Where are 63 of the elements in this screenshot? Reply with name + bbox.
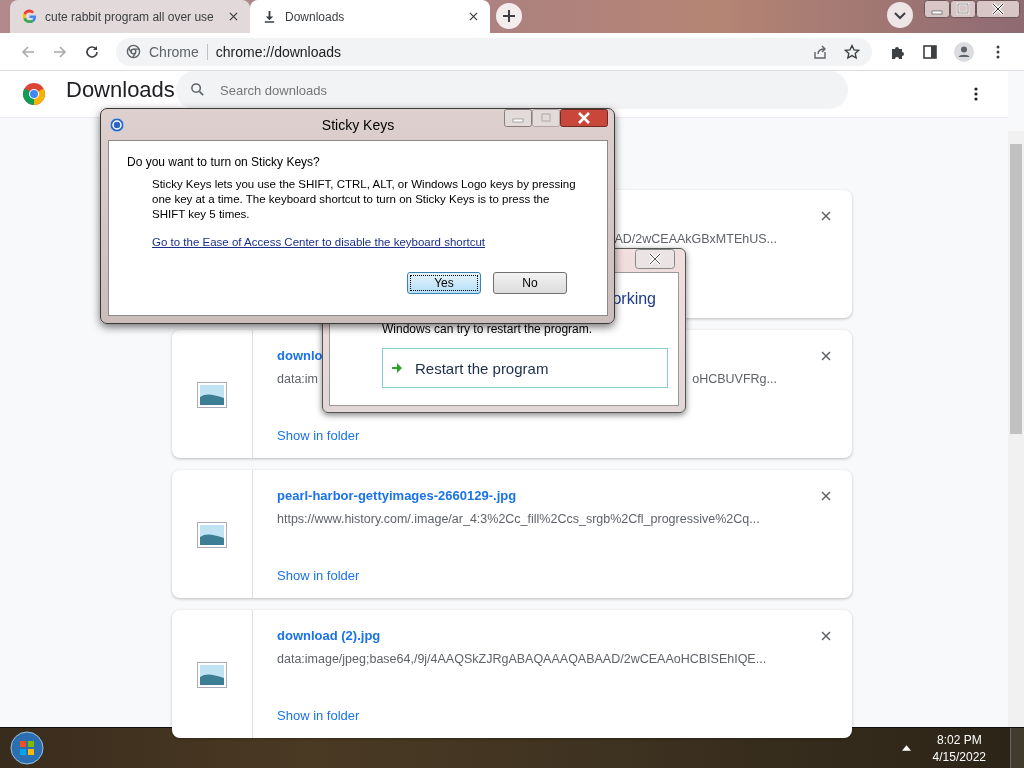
tab-title: Downloads	[285, 9, 346, 24]
file-name-link[interactable]: download (2).jpg	[277, 628, 381, 643]
image-file-icon	[197, 382, 227, 408]
search-icon	[190, 82, 205, 97]
accessibility-icon	[109, 117, 125, 133]
share-icon[interactable]	[812, 43, 828, 60]
close-icon[interactable]	[229, 12, 238, 21]
clock-time: 8:02 PM	[936, 732, 982, 747]
maximize-button[interactable]	[950, 0, 976, 18]
tab-title: cute rabbit program all over use	[45, 9, 215, 24]
arrow-icon	[391, 362, 403, 374]
chrome-logo	[22, 82, 46, 106]
side-panel-icon[interactable]	[922, 43, 938, 60]
show-in-folder-link[interactable]: Show in folder	[277, 708, 360, 723]
start-button[interactable]	[10, 731, 44, 765]
google-icon	[22, 9, 37, 24]
close-icon[interactable]	[821, 211, 831, 221]
dialog-question: Do you want to turn on Sticky Keys?	[127, 155, 321, 169]
tray-arrow-icon[interactable]	[901, 745, 911, 751]
close-icon[interactable]	[821, 351, 831, 361]
dialog-description: Sticky Keys lets you use the SHIFT, CTRL, ALT, or Windows Logo keys by pressing one key at a time. The keyboard shortcut to turn on Sticky Keys is to press the SHIFT key 5 times.	[152, 177, 577, 222]
browser-tab[interactable]: Downloads	[250, 0, 490, 33]
chrome-icon	[126, 44, 141, 59]
address-bar[interactable]: Chrome chrome://downloads	[116, 37, 872, 66]
browser-tab[interactable]: cute rabbit program all over use	[10, 0, 250, 33]
file-url: data:image/jpeg;base64,/9j/4AAQSkZJRgABAQAAAQABAAD/2wCEAAoHCBISEhIQE...	[277, 652, 767, 668]
dropdown-button[interactable]	[886, 1, 914, 29]
file-url: AD/2wCEAAkGBxMTEhUS...	[614, 232, 777, 248]
reload-icon[interactable]	[84, 43, 100, 60]
file-name-link[interactable]: pearl-harbor-gettyimages-2660129-.jpg	[277, 488, 517, 503]
file-url: https://www.history.com/.image/ar_4:3%2Cc_fill%2Ccs_srgb%2Cfl_progressive%2Cq...	[277, 512, 760, 528]
show-in-folder-link[interactable]: Show in folder	[277, 428, 360, 443]
page-title: Downloads	[66, 77, 176, 103]
close-button[interactable]	[635, 249, 675, 269]
restart-button[interactable]: Restart the program	[382, 348, 668, 388]
clock-date: 4/15/2022	[932, 749, 986, 764]
close-icon[interactable]	[469, 12, 478, 21]
close-icon[interactable]	[821, 631, 831, 641]
minimize-button[interactable]	[504, 109, 532, 127]
address-text: chrome://downloads	[215, 43, 342, 60]
close-button[interactable]	[976, 0, 1020, 18]
scrollbar-thumb[interactable]	[1010, 144, 1022, 434]
dialog-button[interactable]: No	[493, 272, 567, 294]
image-file-icon	[197, 522, 227, 548]
star-icon[interactable]	[844, 43, 860, 60]
file-name-link[interactable]: downlo	[277, 348, 323, 363]
image-file-icon	[197, 662, 227, 688]
close-icon[interactable]	[821, 491, 831, 501]
search-field[interactable]: Search downloads	[176, 71, 848, 109]
scrollbar[interactable]	[1008, 131, 1024, 727]
ease-of-access-link[interactable]: Go to the Ease of Access Center to disable the keyboard shortcut	[152, 236, 486, 248]
dialog-message: Windows can try to restart the program.	[382, 322, 594, 336]
file-url: data:im	[277, 372, 318, 388]
profile-icon[interactable]	[954, 41, 974, 62]
file-url: oHCBUVFRg...	[692, 372, 777, 388]
window-title: Sticky Keys	[320, 117, 396, 133]
minimize-button[interactable]	[924, 0, 950, 18]
site-label: Chrome	[149, 43, 199, 60]
show-in-folder-link[interactable]: Show in folder	[277, 568, 360, 583]
dialog-button[interactable]: Yes	[407, 272, 481, 294]
close-button[interactable]	[560, 109, 608, 127]
download-icon	[262, 9, 277, 24]
new-tab-button[interactable]	[495, 2, 523, 30]
